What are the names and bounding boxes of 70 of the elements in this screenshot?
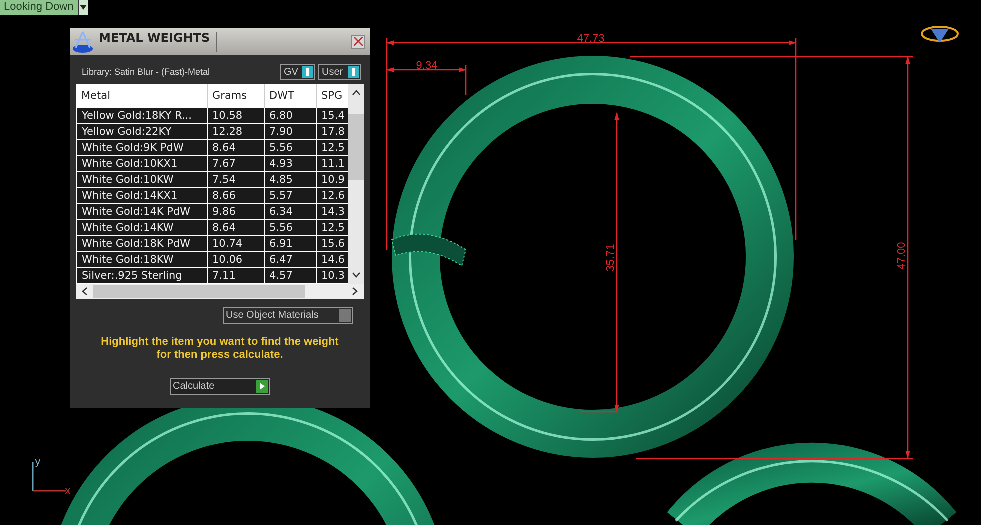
calculate-button[interactable]: Calculate: [170, 378, 270, 395]
table-cell: 14.3: [316, 204, 348, 220]
table-cell: 4.93: [264, 156, 316, 172]
play-icon[interactable]: [260, 383, 264, 390]
instruction-text: Highlight the item you want to find the weight for then press calculate.: [100, 335, 340, 362]
table-cell: 8.66: [207, 188, 264, 204]
chevron-up-icon[interactable]: [352, 90, 360, 96]
table-cell: 5.56: [264, 140, 316, 156]
table-cell: 10.06: [207, 252, 264, 268]
table-cell: 8.64: [207, 220, 264, 236]
table-cell: 15.6: [316, 236, 348, 252]
table-cell: 11.1: [316, 156, 348, 172]
table-cell: White Gold:18K PdW: [76, 236, 207, 252]
chevron-right-icon[interactable]: [352, 287, 358, 296]
table-cell: 7.54: [207, 172, 264, 188]
table-cell: 7.11: [207, 268, 264, 284]
table-cell: White Gold:14KW: [76, 220, 207, 236]
table-cell: 6.34: [264, 204, 316, 220]
table-cell: 5.56: [264, 220, 316, 236]
column-header[interactable]: Grams: [207, 84, 264, 108]
dimension-label: 47.73: [577, 33, 605, 45]
table-cell: 7.67: [207, 156, 264, 172]
table-cell: White Gold:10KX1: [76, 156, 207, 172]
toggle-button[interactable]: GV: [280, 64, 315, 80]
table-cell: Yellow Gold:22KY: [76, 124, 207, 140]
use-materials-button[interactable]: Use Object Materials: [223, 307, 353, 324]
table-cell: 15.4: [316, 108, 348, 124]
table-cell: White Gold:9K PdW: [76, 140, 207, 156]
table-cell: 10.9: [316, 172, 348, 188]
table-cell: 10.74: [207, 236, 264, 252]
table-cell: White Gold:14K PdW: [76, 204, 207, 220]
toggle-button[interactable]: User: [318, 64, 361, 80]
table-cell: 10.3: [316, 268, 348, 284]
table-cell: White Gold:14KX1: [76, 188, 207, 204]
table-cell: 9.86: [207, 204, 264, 220]
table-cell: 12.28: [207, 124, 264, 140]
table-cell: 8.64: [207, 140, 264, 156]
dimension-label: 35.71: [605, 244, 617, 272]
close-button[interactable]: [351, 34, 365, 48]
chevron-down-icon[interactable]: [352, 272, 360, 278]
horizontal-scrollbar[interactable]: [76, 284, 364, 299]
caret-icon[interactable]: [78, 0, 88, 15]
table-cell: 10.58: [207, 108, 264, 124]
table-cell: White Gold:18KW: [76, 252, 207, 268]
table-cell: 4.85: [264, 172, 316, 188]
axis-label: x: [65, 486, 71, 497]
table-cell: 12.5: [316, 140, 348, 156]
table-cell: 7.90: [264, 124, 316, 140]
vertical-scrollbar[interactable]: [348, 84, 364, 284]
column-header[interactable]: DWT: [264, 84, 316, 108]
table-cell: 6.80: [264, 108, 316, 124]
table-cell: 5.57: [264, 188, 316, 204]
table-cell: 17.8: [316, 124, 348, 140]
table-cell: 4.57: [264, 268, 316, 284]
dimension-label: 47.00: [896, 242, 908, 270]
table-cell: 6.47: [264, 252, 316, 268]
logo-icon: [921, 26, 959, 43]
table-cell: 6.91: [264, 236, 316, 252]
table-cell: Yellow Gold:18KY R...: [76, 108, 207, 124]
scale-icon: [71, 30, 95, 54]
table-cell: 12.5: [316, 220, 348, 236]
table-cell: White Gold:10KW: [76, 172, 207, 188]
table-cell: 12.6: [316, 188, 348, 204]
dimension-label: 9.34: [416, 60, 438, 72]
table-cell: 14.6: [316, 252, 348, 268]
table-cell: Silver:.925 Sterling: [76, 268, 207, 284]
chevron-left-icon[interactable]: [82, 287, 88, 296]
axis-label: y: [35, 457, 41, 468]
window-title: METAL WEIGHTS: [99, 31, 212, 45]
library-label: Library: Satin Blur - (Fast)-Metal: [82, 67, 210, 77]
